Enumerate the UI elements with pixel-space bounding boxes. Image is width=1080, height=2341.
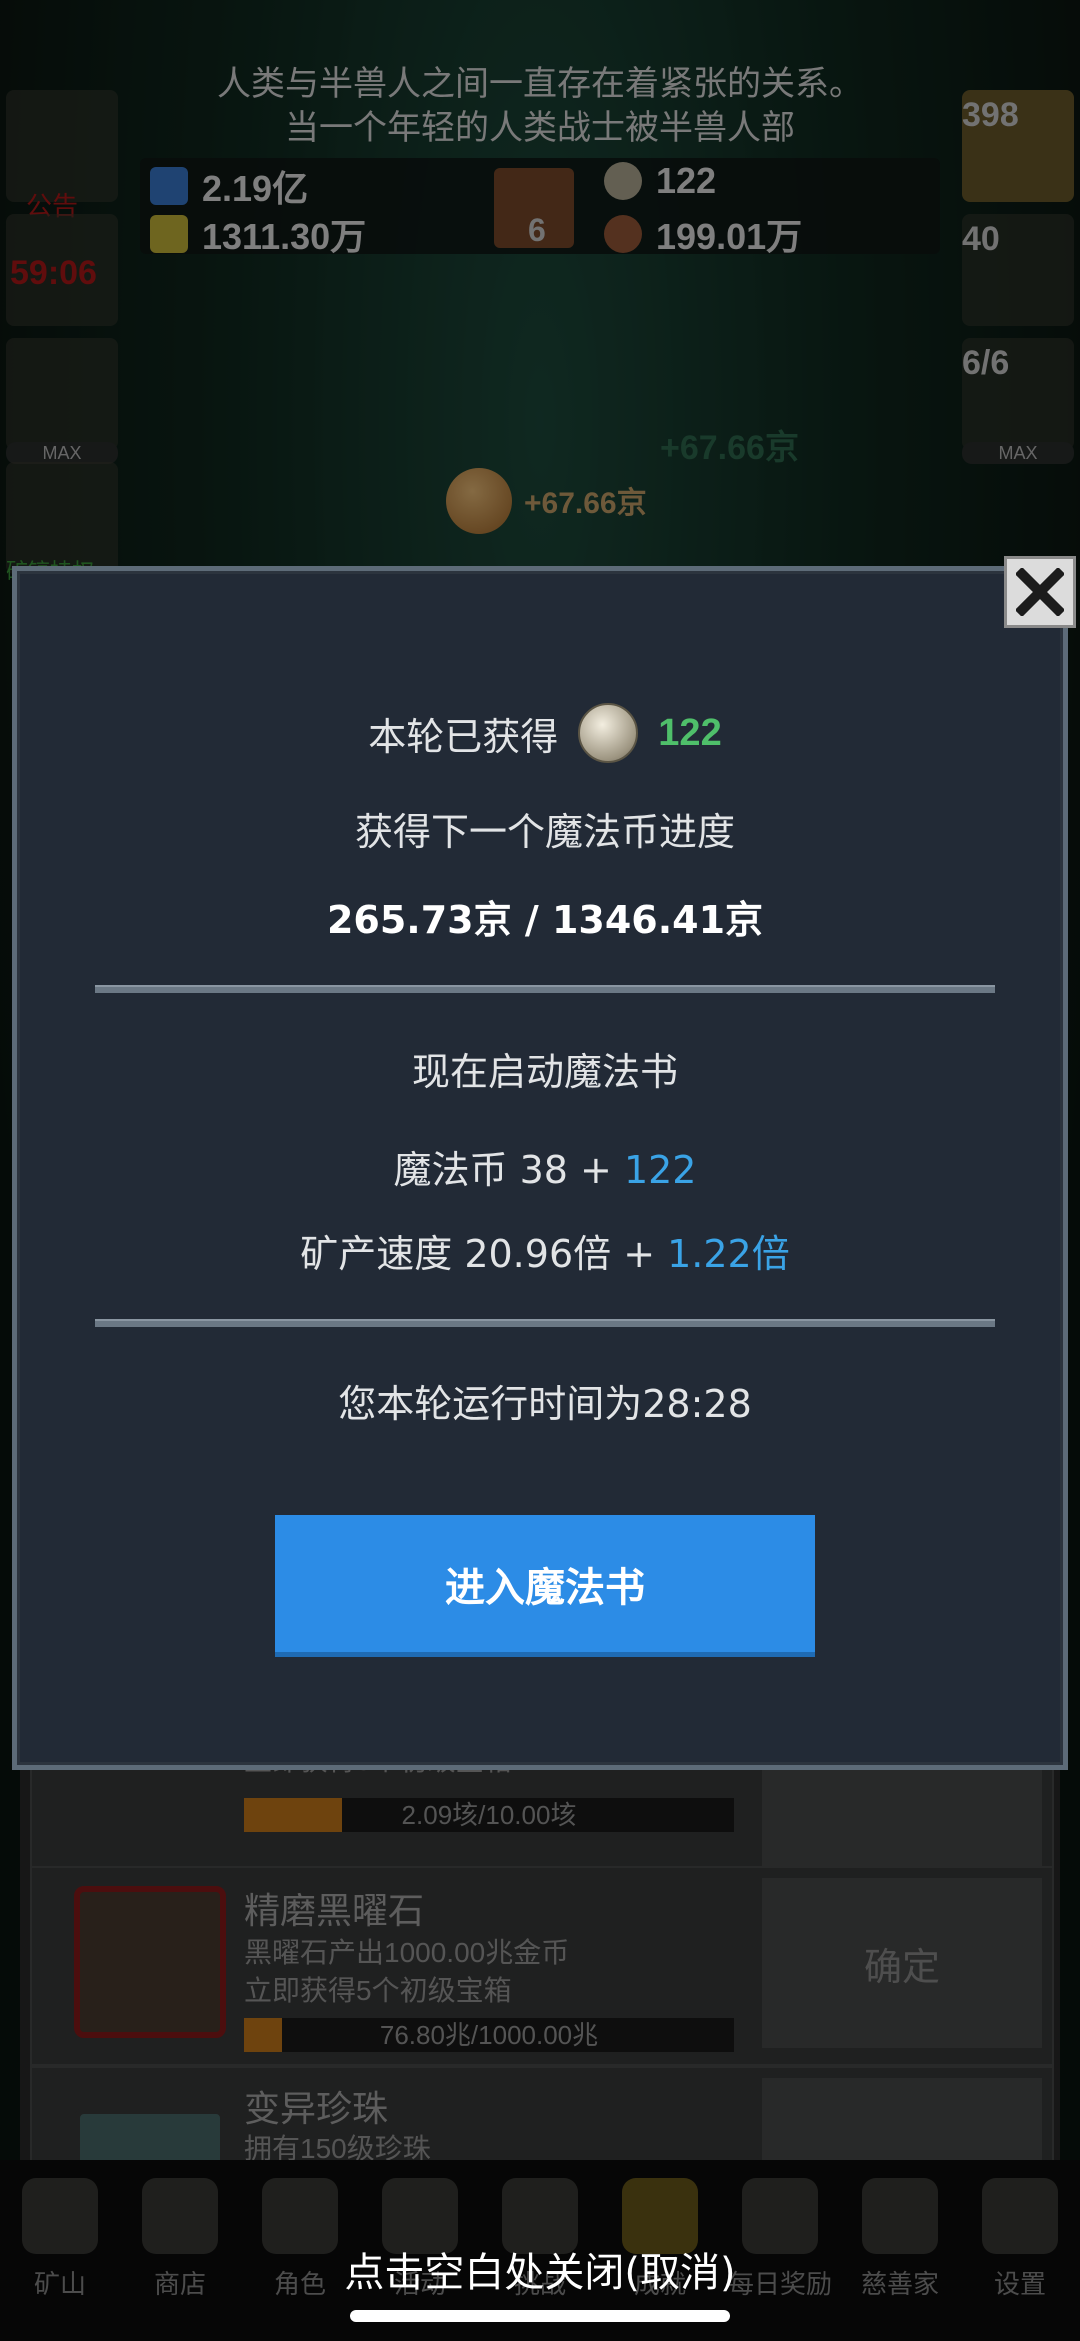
earned-row: 本轮已获得 122 <box>17 703 1073 763</box>
home-indicator[interactable] <box>350 2310 730 2322</box>
close-icon[interactable] <box>1004 556 1076 628</box>
speed-bonus: 1.22倍 <box>667 1232 790 1276</box>
start-label: 现在启动魔法书 <box>411 1050 678 1094</box>
magic-coin-icon <box>578 703 639 763</box>
coin-line: 魔法币 38 + 122 <box>393 1148 697 1192</box>
speed-line: 矿产速度 20.96倍 + 1.22倍 <box>300 1232 790 1276</box>
earned-label: 本轮已获得 <box>368 714 559 759</box>
close-icon-glyph <box>1016 568 1064 616</box>
divider <box>95 985 995 993</box>
progress-value: 265.73京 / 1346.41京 <box>326 898 764 942</box>
divider <box>95 1319 995 1327</box>
enter-magic-book-button[interactable]: 进入魔法书 <box>275 1515 815 1657</box>
runtime-text: 您本轮运行时间为28:28 <box>338 1382 752 1426</box>
earned-value: 122 <box>658 711 722 754</box>
magic-book-dialog: 本轮已获得 122 获得下一个魔法币进度 265.73京 / 1346.41京 … <box>12 566 1068 1770</box>
coin-bonus: 122 <box>623 1148 697 1192</box>
close-hint[interactable]: 点击空白处关闭(取消) <box>0 2240 1080 2298</box>
progress-label: 获得下一个魔法币进度 <box>354 810 735 854</box>
